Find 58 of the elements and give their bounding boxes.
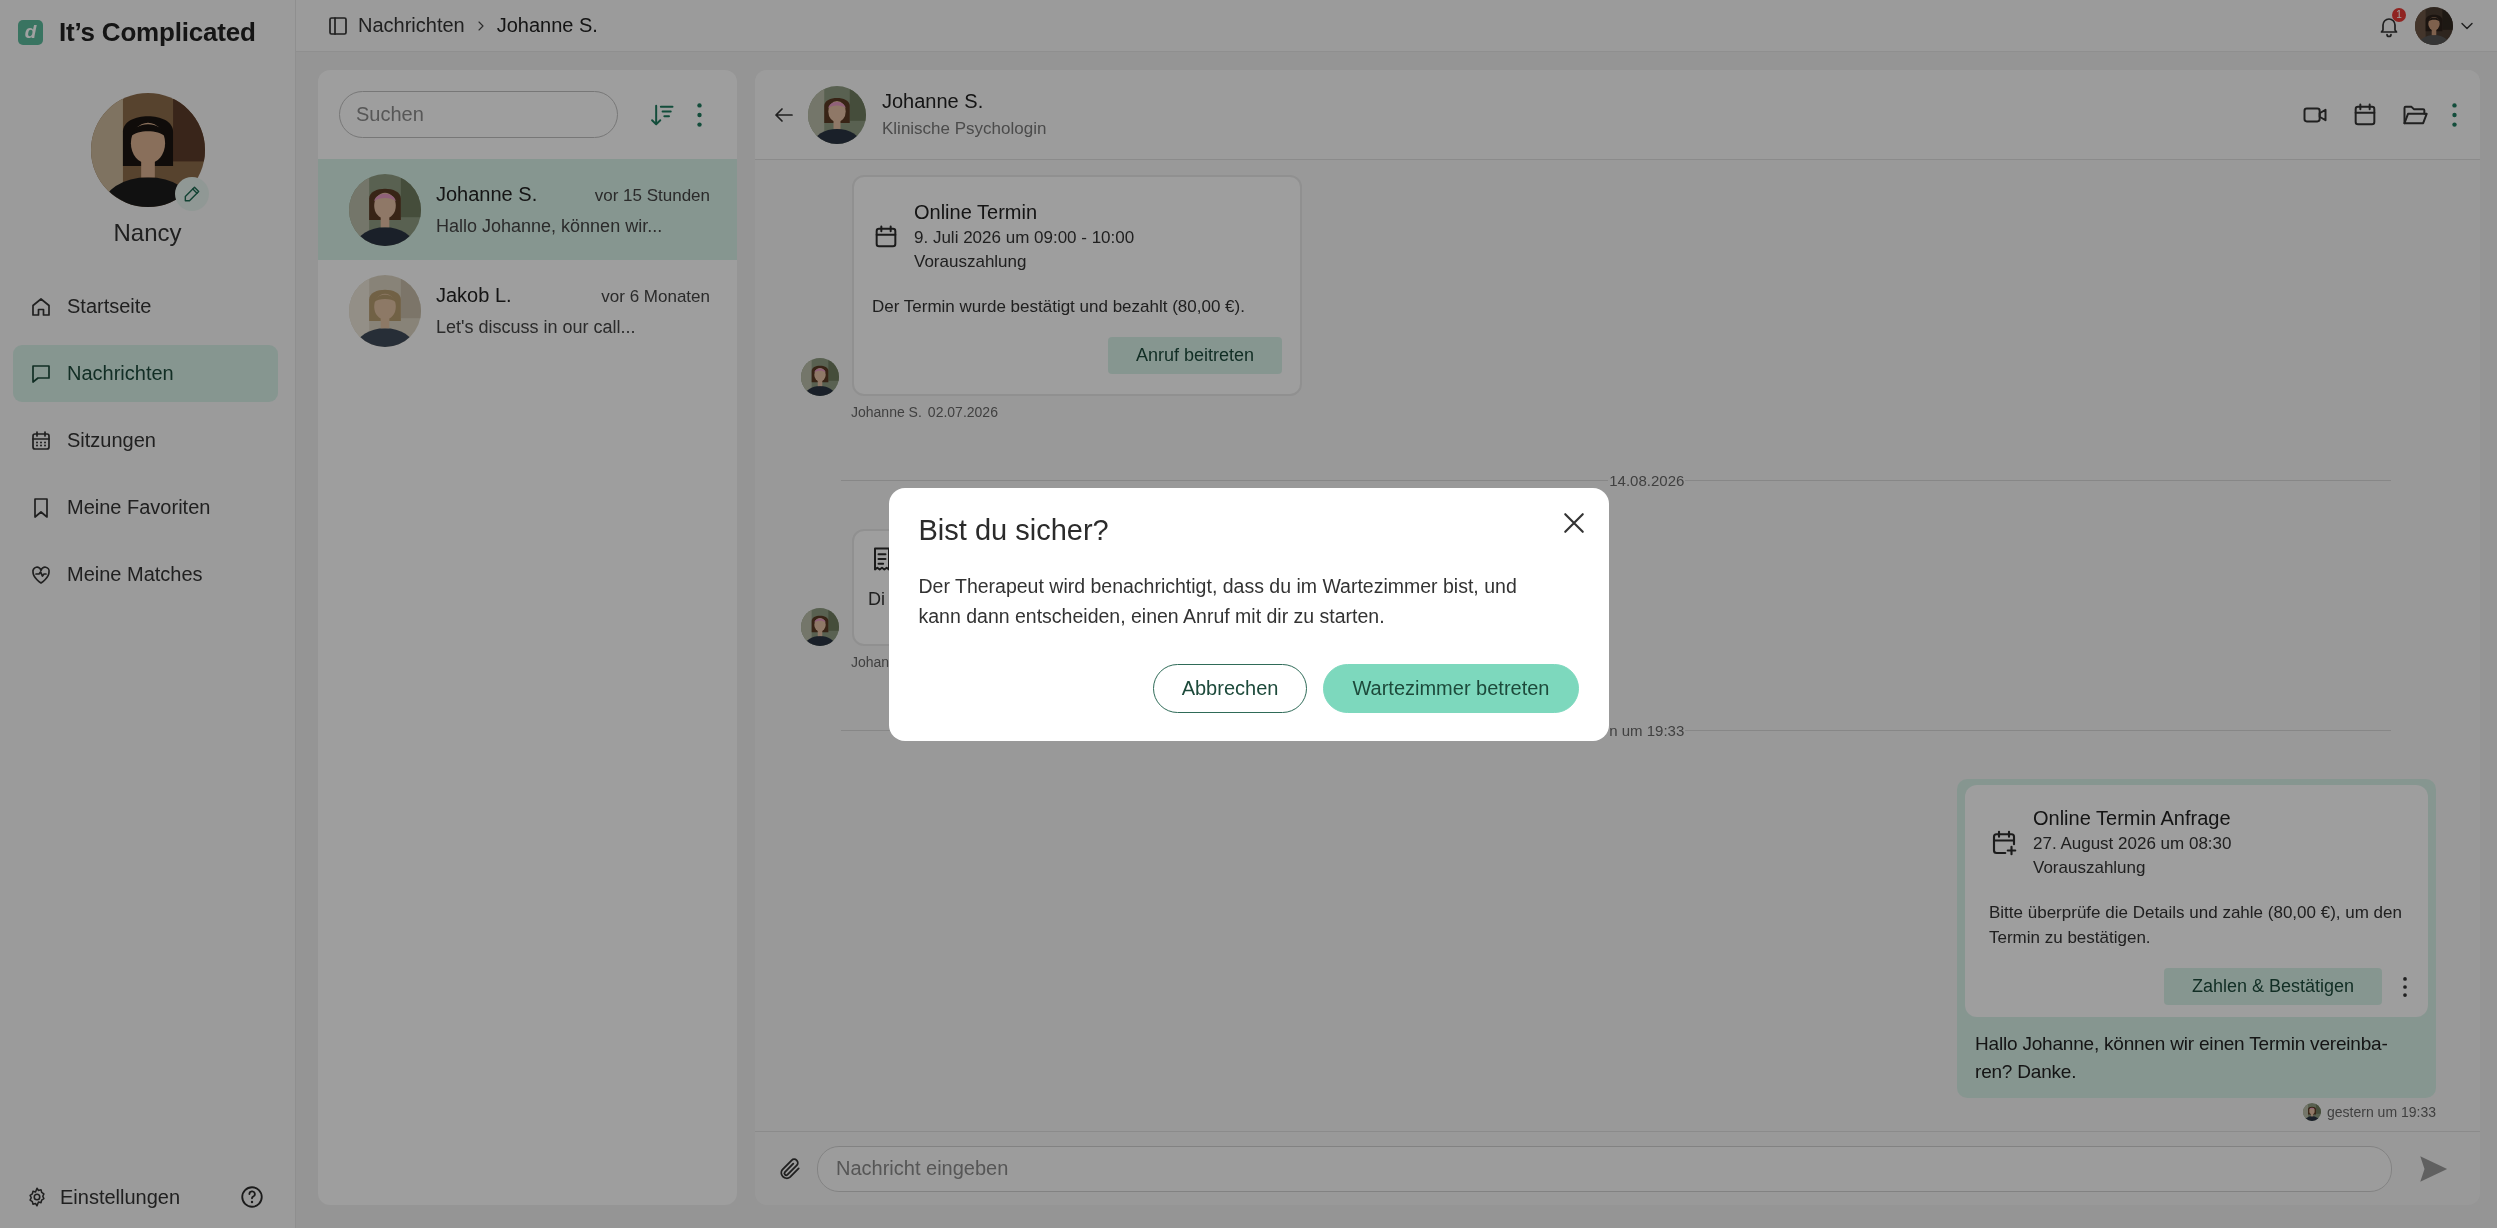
pay-confirm-button[interactable]: Zahlen & Bestätigen [2163, 968, 2382, 1005]
conversation-item[interactable]: Johanne S. vor 15 Stunden Hallo Johanne, können wir... [318, 159, 737, 260]
notification-badge: 1 [2392, 7, 2406, 22]
contact-name: Jakob L. [436, 283, 512, 307]
card-detail: Vorauszahlung [2033, 858, 2147, 878]
cancel-button[interactable]: Abbrechen [1152, 663, 1308, 713]
app-logo: d [18, 19, 43, 45]
card-detail: 27. August 2026 um 08:30 [2033, 834, 2232, 854]
breadcrumb-item[interactable]: Johanne S. [496, 14, 598, 37]
date-separator: n um 19:33 [1608, 722, 1686, 739]
search-field[interactable]: Suchen [339, 91, 618, 138]
dialog-message: Der Therapeut wird benachrichtigt, dass du im Wartezimmer bist, und kann dann entscheiden, einen Anruf mit dir zu starten. [918, 573, 1518, 629]
breadcrumb-item[interactable]: Nachrichten [358, 14, 465, 37]
contact-name: Johanne S. [882, 90, 985, 113]
contact-name: Johanne S. [436, 182, 538, 206]
profile-name: Nancy [113, 219, 182, 247]
message-time: gestern um 19:33 [2327, 1104, 2436, 1120]
more-button[interactable] [2451, 101, 2458, 128]
nav-item[interactable]: Sitzungen [13, 412, 278, 469]
more-button[interactable] [696, 101, 703, 128]
more-icon [2402, 975, 2408, 998]
app-name: It’s Complicated [59, 16, 256, 48]
date-separator: 14.08.2026 [1608, 472, 1686, 489]
message-preview: Let's discuss in our call... [436, 316, 637, 338]
nav-item[interactable]: Meine Favoriten [13, 479, 278, 536]
confirm-button[interactable]: Wartezimmer betreten [1323, 663, 1579, 713]
message-text: Hallo Johanne, können wir einen Termin vereinba-ren? Danke. [1974, 1032, 2389, 1084]
edit-avatar-button[interactable] [174, 177, 209, 211]
more-button[interactable] [2402, 975, 2408, 998]
contact-role: Klinische Psychologin [882, 119, 1047, 139]
card-text: Der Termin wurde bestätigt und bezahlt (80,00 €). [872, 296, 1246, 318]
card-text: Bitte überprüfe die Details und zahle (80,00 €), um den Termin zu bestätigen. [1989, 902, 2403, 949]
dialog-title: Bist du sicher? [918, 513, 1109, 547]
conversation-item[interactable]: Jakob L. vor 6 Monaten Let's discuss in our call... [318, 260, 737, 361]
message-input[interactable]: Nachricht eingeben [817, 1145, 2392, 1192]
paperclip-icon [777, 1155, 803, 1182]
calendar-icon [29, 428, 53, 453]
settings-icon [26, 1186, 48, 1208]
sender-name: Johan [851, 654, 890, 670]
more-icon [696, 101, 703, 128]
settings-link[interactable]: Einstellungen [26, 1185, 181, 1209]
card-title: Online Termin Anfrage [2033, 807, 2232, 830]
message-date: 02.07.2026 [927, 404, 998, 420]
join-call-button[interactable]: Anruf beitreten [1107, 337, 1282, 374]
card-text: Di [868, 588, 885, 611]
more-icon [2451, 101, 2458, 128]
card-detail: 9. Juli 2026 um 09:00 - 10:00 [914, 228, 1135, 248]
message-time: vor 15 Stunden [594, 185, 710, 206]
message-time: vor 6 Monaten [601, 286, 710, 307]
message-preview: Hallo Johanne, können wir... [436, 215, 664, 237]
sender-name: Johanne S. [851, 404, 922, 420]
attach-button[interactable] [777, 1155, 803, 1182]
nav-item[interactable]: Nachrichten [13, 345, 278, 402]
nav-item[interactable]: Meine Matches [13, 546, 278, 603]
card-title: Online Termin [914, 201, 1039, 224]
help-icon [239, 1184, 265, 1210]
nav-item[interactable]: Startseite [13, 278, 278, 335]
card-detail: Vorauszahlung [914, 252, 1028, 272]
